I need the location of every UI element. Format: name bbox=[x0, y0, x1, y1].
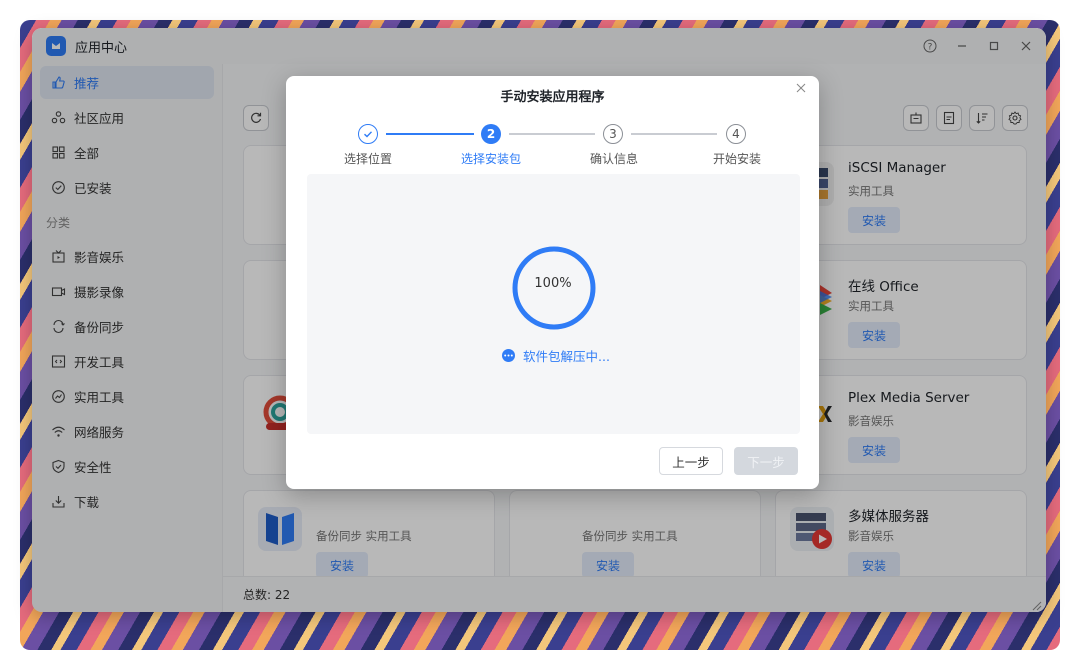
more-dots-icon bbox=[502, 349, 515, 362]
status-row: 软件包解压中... bbox=[502, 346, 610, 365]
manual-install-dialog: 手动安装应用程序 2 3 4 选择位置 选择安装包 确认信息 开始安装 100%… bbox=[286, 76, 819, 489]
step-connector bbox=[509, 133, 595, 135]
step-2-label: 选择安装包 bbox=[460, 152, 521, 166]
step-1-label: 选择位置 bbox=[343, 152, 392, 166]
step-4-indicator: 4 bbox=[726, 124, 746, 144]
dialog-close-icon[interactable] bbox=[793, 80, 809, 96]
step-connector bbox=[386, 133, 474, 135]
step-1-check-icon bbox=[358, 124, 378, 144]
step-connector bbox=[631, 133, 717, 135]
progress-percent-label: 100% bbox=[534, 276, 572, 291]
next-step-button[interactable]: 下一步 bbox=[734, 447, 798, 475]
step-3-indicator: 3 bbox=[603, 124, 623, 144]
step-4-label: 开始安装 bbox=[712, 152, 761, 166]
previous-step-button[interactable]: 上一步 bbox=[659, 447, 723, 475]
status-text: 软件包解压中... bbox=[523, 349, 610, 364]
progress-panel: 100% 软件包解压中... bbox=[307, 174, 800, 434]
step-3-label: 确认信息 bbox=[589, 152, 638, 166]
dialog-title: 手动安装应用程序 bbox=[500, 90, 605, 105]
step-2-indicator: 2 bbox=[481, 124, 501, 144]
